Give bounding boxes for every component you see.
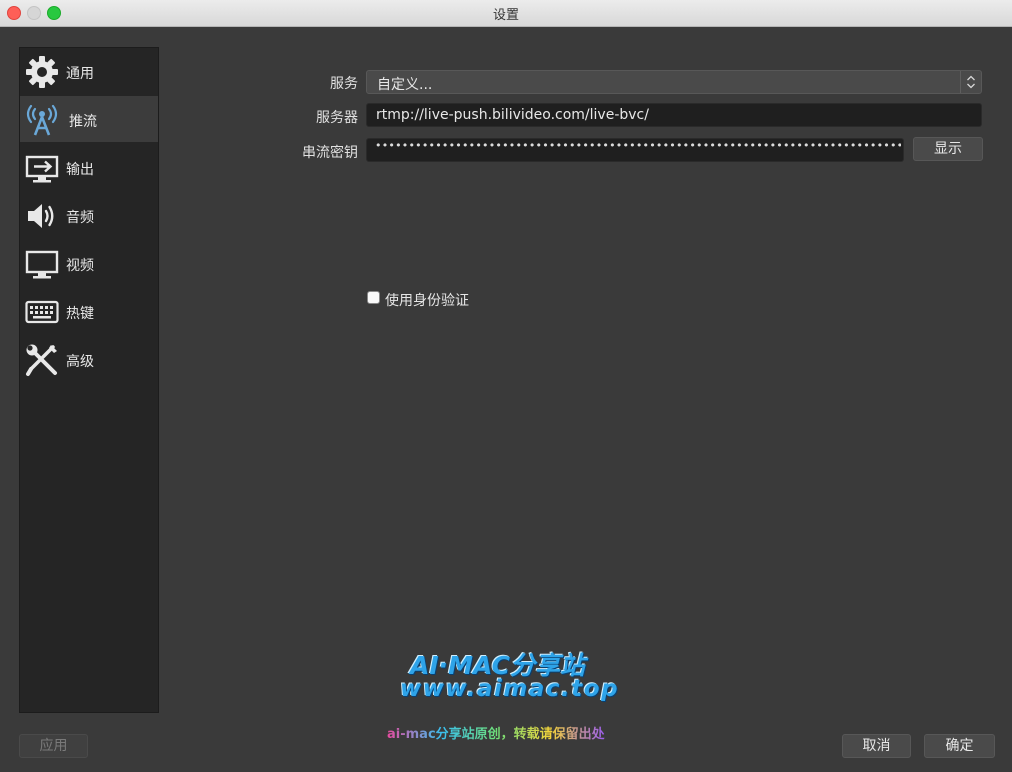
sidebar-item-general[interactable]: 通用 — [20, 48, 158, 94]
ok-button[interactable]: 确定 — [924, 734, 995, 758]
keyboard-icon — [25, 300, 59, 324]
server-input-value: rtmp://live-push.bilivideo.com/live-bvc/ — [376, 107, 649, 123]
show-key-button[interactable]: 显示 — [913, 137, 983, 161]
use-auth-checkbox[interactable] — [367, 291, 380, 304]
sidebar-item-label: 推流 — [69, 114, 97, 130]
output-monitor-icon — [25, 155, 59, 183]
stream-key-label: 串流密钥 — [302, 145, 358, 161]
select-arrows-icon — [960, 71, 981, 93]
sidebar-item-advanced[interactable]: 高级 — [20, 336, 158, 382]
sidebar-item-label: 通用 — [66, 66, 94, 82]
sidebar-item-audio[interactable]: 音频 — [20, 192, 158, 238]
sidebar-item-output[interactable]: 输出 — [20, 144, 158, 190]
settings-sidebar: 通用 推流 输出 音频 视频 热键 高级 — [19, 47, 159, 713]
server-input[interactable]: rtmp://live-push.bilivideo.com/live-bvc/ — [366, 103, 982, 127]
stream-key-masked-value: ••••••••••••••••••••••••••••••••••••••••… — [375, 139, 901, 152]
cancel-button[interactable]: 取消 — [842, 734, 911, 758]
window-title: 设置 — [492, 8, 519, 23]
apply-button[interactable]: 应用 — [19, 734, 88, 758]
title-bar: 设置 — [0, 0, 1012, 27]
service-label: 服务 — [330, 76, 358, 92]
broadcast-antenna-icon — [26, 104, 58, 136]
watermark-url: www.aimac.top — [400, 676, 620, 702]
wrench-screwdriver-icon — [26, 344, 57, 376]
monitor-icon — [25, 250, 59, 279]
sidebar-item-label: 热键 — [66, 306, 94, 322]
sidebar-item-label: 输出 — [66, 162, 94, 178]
sidebar-item-label: 视频 — [66, 258, 94, 274]
sidebar-item-stream[interactable]: 推流 — [20, 96, 158, 142]
stream-key-input[interactable]: ••••••••••••••••••••••••••••••••••••••••… — [366, 138, 904, 162]
service-select[interactable]: 自定义... — [366, 70, 982, 94]
sidebar-item-video[interactable]: 视频 — [20, 240, 158, 286]
sidebar-item-label: 高级 — [66, 354, 94, 370]
service-selected-value: 自定义... — [377, 77, 433, 93]
watermark-notice: ai-mac分享站原创，转载请保留出处 — [387, 723, 605, 742]
speaker-icon — [28, 204, 54, 228]
server-label: 服务器 — [316, 110, 358, 126]
use-auth-label: 使用身份验证 — [385, 293, 469, 309]
sidebar-item-hotkeys[interactable]: 热键 — [20, 288, 158, 334]
sidebar-item-label: 音频 — [66, 210, 94, 226]
gear-icon — [26, 56, 58, 88]
